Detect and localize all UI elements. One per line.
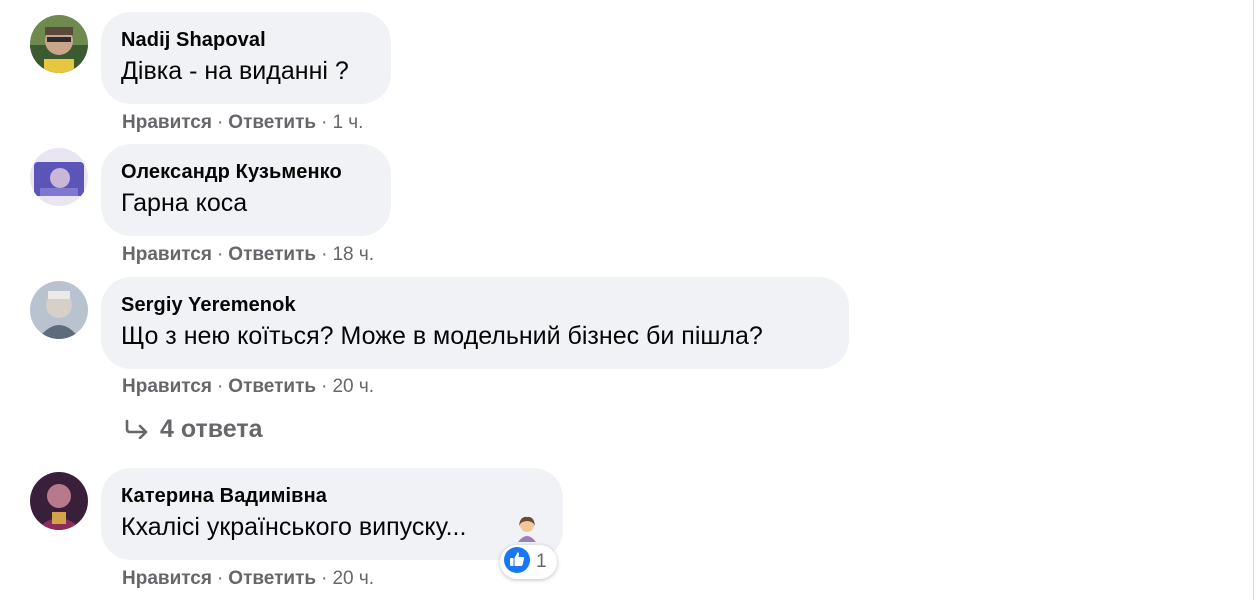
- comment-author[interactable]: Nadij Shapoval: [121, 29, 266, 52]
- comment-text: Гарна коса: [121, 189, 248, 217]
- reaction-badge[interactable]: 1: [500, 545, 557, 579]
- separator: ·: [321, 112, 328, 133]
- scrollbar-edge: [1253, 0, 1254, 600]
- like-button[interactable]: Нравится: [122, 376, 212, 397]
- reply-button[interactable]: Ответить: [228, 376, 316, 397]
- comment-time[interactable]: 20 ч.: [332, 568, 374, 589]
- comment-author[interactable]: Sergiy Yeremenok: [121, 294, 296, 317]
- comment-author[interactable]: Катерина Вадимівна: [121, 485, 327, 508]
- like-button[interactable]: Нравится: [122, 244, 212, 265]
- comment-actions: Нравится · Ответить · 1 ч.: [122, 112, 363, 134]
- replies-count: 4 ответа: [160, 415, 263, 443]
- woman-emoji-icon: [513, 514, 541, 542]
- comment-text: Дівка - на виданні ?: [121, 57, 349, 85]
- comment-author[interactable]: Олександр Кузьменко: [121, 161, 342, 184]
- separator: ·: [216, 244, 224, 265]
- comment-actions: Нравится · Ответить · 20 ч.: [122, 568, 374, 590]
- comment-bubble: Sergiy Yeremenok Що з нею коїться? Може …: [101, 277, 849, 369]
- separator: ·: [321, 244, 328, 265]
- separator: ·: [321, 376, 328, 397]
- separator: ·: [216, 568, 224, 589]
- comment-bubble: Nadij Shapoval Дівка - на виданні ?: [101, 12, 391, 104]
- reaction-count: 1: [536, 551, 547, 572]
- comment-text: Кхалісі українського випуску...: [121, 513, 467, 541]
- view-replies-button[interactable]: 4 ответа: [124, 415, 263, 444]
- comment-actions: Нравится · Ответить · 18 ч.: [122, 244, 374, 266]
- comments-page: Nadij Shapoval Дівка - на виданні ? Нрав…: [0, 0, 1257, 600]
- separator: ·: [321, 568, 328, 589]
- like-button[interactable]: Нравится: [122, 568, 212, 589]
- comment-actions: Нравится · Ответить · 20 ч.: [122, 376, 374, 398]
- comment-time[interactable]: 20 ч.: [332, 376, 374, 397]
- separator: ·: [216, 112, 224, 133]
- avatar[interactable]: [30, 15, 88, 73]
- separator: ·: [216, 376, 224, 397]
- comment-text: Що з нею коїться? Може в модельний бізне…: [121, 322, 763, 350]
- like-button[interactable]: Нравится: [122, 112, 212, 133]
- comment-time[interactable]: 1 ч.: [332, 112, 363, 133]
- comment-bubble: Катерина Вадимівна Кхалісі українського …: [101, 468, 563, 560]
- reply-button[interactable]: Ответить: [228, 112, 316, 133]
- avatar[interactable]: [30, 281, 88, 339]
- reply-button[interactable]: Ответить: [228, 244, 316, 265]
- like-icon: [504, 546, 530, 578]
- avatar[interactable]: [30, 148, 88, 206]
- reply-arrow-icon: [124, 415, 150, 444]
- avatar[interactable]: [30, 472, 88, 530]
- reply-button[interactable]: Ответить: [228, 568, 316, 589]
- comment-time[interactable]: 18 ч.: [332, 244, 374, 265]
- comment-bubble: Олександр Кузьменко Гарна коса: [101, 144, 391, 236]
